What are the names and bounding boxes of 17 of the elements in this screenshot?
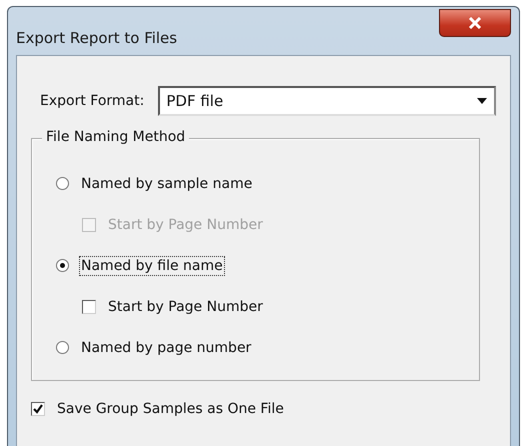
group-title: File Naming Method <box>42 129 190 145</box>
radio-button[interactable] <box>56 259 69 272</box>
radio-label[interactable]: Named by file name <box>81 258 223 274</box>
dropdown-arrow-icon <box>476 97 488 105</box>
radio-label[interactable]: Named by page number <box>81 340 252 356</box>
close-button[interactable] <box>439 9 511 37</box>
window-title: Export Report to Files <box>16 29 178 47</box>
radio-button[interactable] <box>56 177 69 190</box>
export-format-label: Export Format: <box>40 93 144 109</box>
export-format-dropdown[interactable]: PDF file <box>158 86 496 116</box>
checkbox[interactable] <box>82 300 96 314</box>
checkbox[interactable] <box>31 402 45 416</box>
radio-label[interactable]: Named by sample name <box>81 176 252 192</box>
radio-button[interactable] <box>56 341 69 354</box>
checkbox-label[interactable]: Save Group Samples as One File <box>57 401 284 417</box>
checkbox-label[interactable]: Start by Page Number <box>108 298 263 314</box>
close-icon <box>468 17 482 29</box>
